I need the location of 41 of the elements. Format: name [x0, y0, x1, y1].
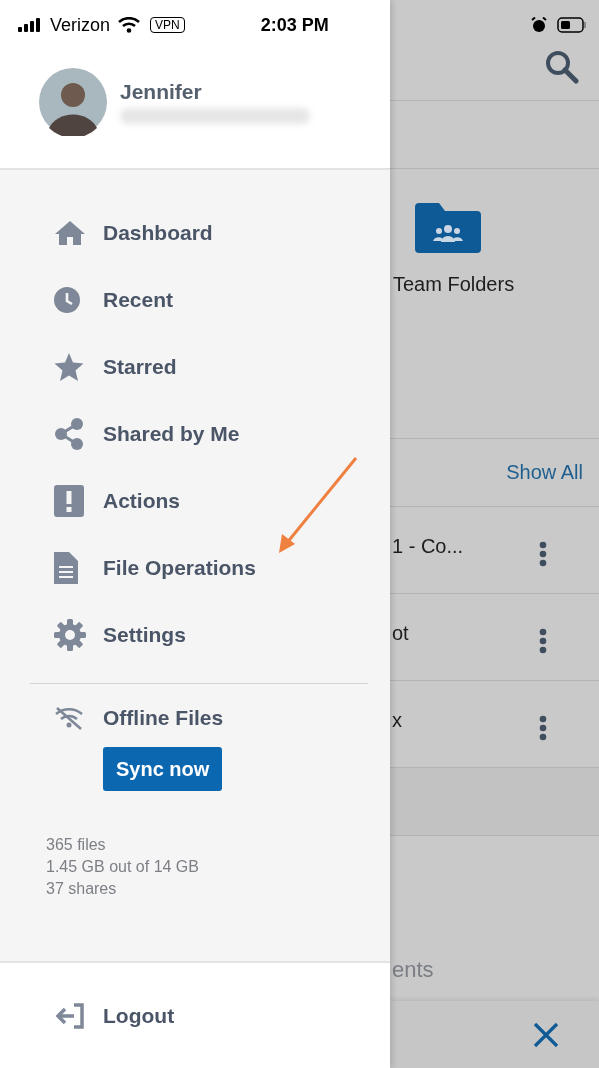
avatar-icon: [39, 68, 107, 136]
sync-now-button[interactable]: Sync now: [103, 747, 223, 791]
logout-icon: [54, 1002, 86, 1029]
menu-item[interactable]: File Operations: [0, 534, 390, 601]
alarm-icon: [531, 17, 547, 33]
close-icon[interactable]: [533, 1021, 559, 1048]
menu-item[interactable]: Dashboard: [0, 199, 390, 266]
home-icon: [54, 219, 86, 246]
file-name: x: [392, 709, 402, 732]
folder-label: Team Folders: [393, 273, 516, 296]
battery-icon: [557, 17, 587, 33]
menu-item[interactable]: Recent: [0, 266, 390, 333]
offline-files-label: Offline Files: [103, 705, 224, 730]
wifi-off-icon: [54, 705, 84, 730]
menu-item[interactable]: Actions: [0, 467, 390, 534]
clock-icon: [54, 286, 80, 313]
wifi-icon: [118, 17, 141, 33]
storage-stat: 1.45 GB out of 14 GB: [46, 857, 200, 877]
menu-item[interactable]: Shared by Me: [0, 400, 390, 467]
menu-item[interactable]: Settings: [0, 601, 390, 668]
section-heading: ents: [392, 957, 434, 983]
file-name: 1 - Co...: [392, 535, 464, 558]
menu-item[interactable]: Starred: [0, 333, 390, 400]
user-name: Jennifer: [120, 80, 203, 104]
show-all-link[interactable]: Show All: [506, 461, 583, 484]
more-options-icon[interactable]: [539, 628, 547, 654]
more-options-icon[interactable]: [539, 715, 547, 741]
storage-stat: 37 shares: [46, 879, 118, 899]
document-icon: [54, 551, 78, 584]
search-icon[interactable]: [545, 50, 579, 84]
storage-stat: 365 files: [46, 835, 107, 855]
status-time: 2:03 PM: [260, 14, 329, 36]
alert-icon: [54, 484, 84, 517]
file-name: ot: [392, 622, 409, 645]
team-folder-icon[interactable]: [415, 203, 481, 253]
vpn-badge: VPN: [150, 17, 185, 33]
carrier-name: Verizon: [50, 14, 111, 36]
more-options-icon[interactable]: [539, 541, 547, 567]
settings-icon: [54, 618, 86, 651]
star-icon: [54, 352, 84, 381]
share-icon: [54, 417, 84, 450]
